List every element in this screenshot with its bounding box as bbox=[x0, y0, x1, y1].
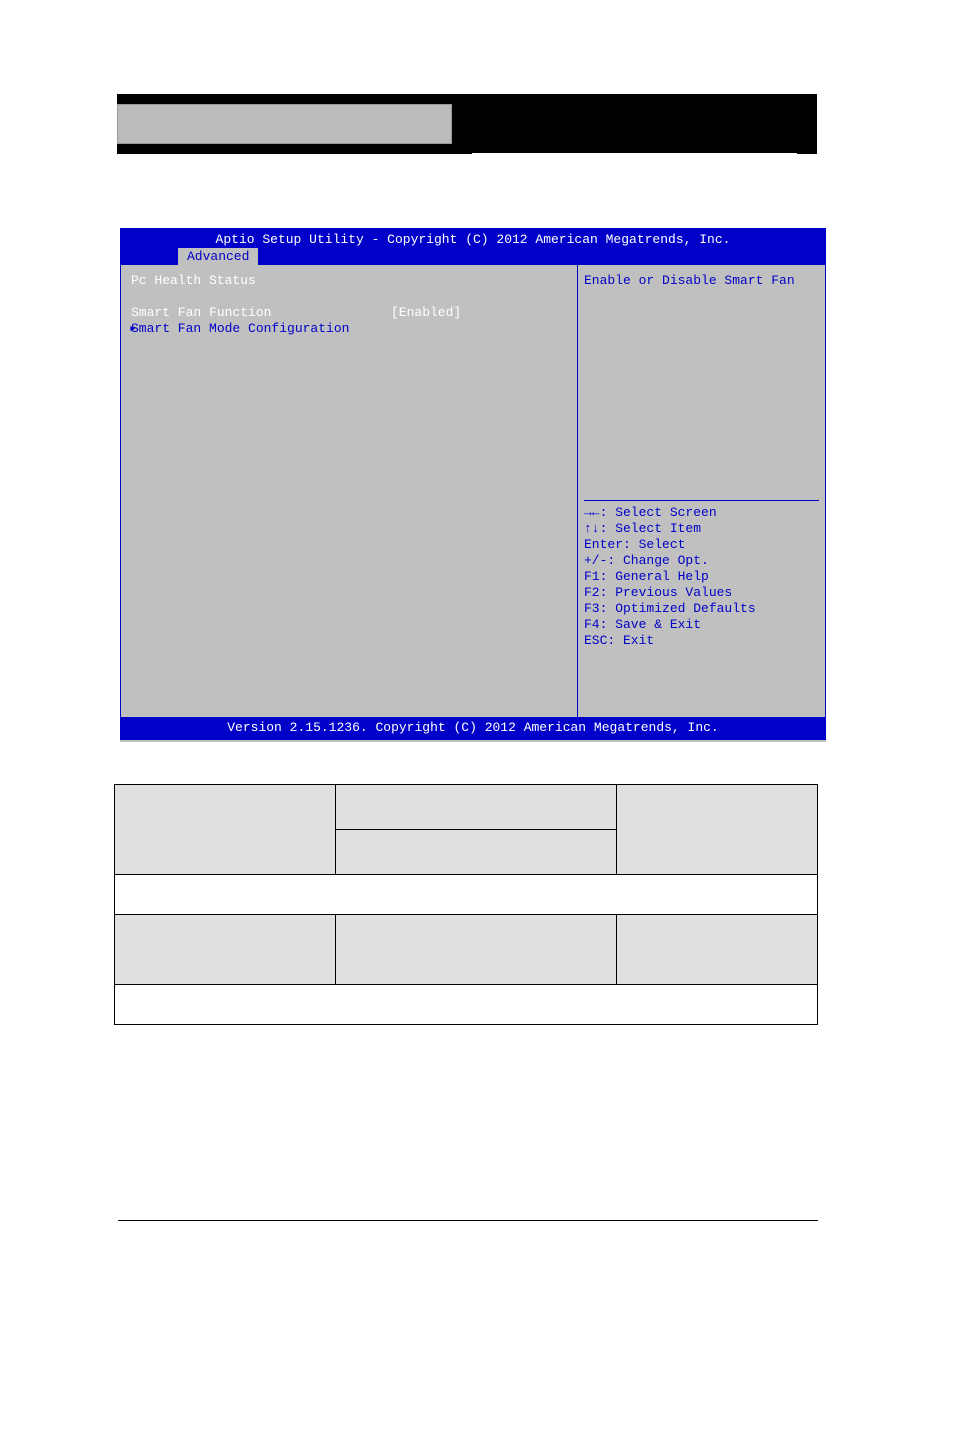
vcore-value: : +1.728 V bbox=[391, 401, 469, 417]
smart-fan-function-label: Smart Fan Function bbox=[131, 305, 391, 321]
key-enter: Enter: Select bbox=[584, 537, 819, 553]
cpu-temp-value: : +36 ℃ bbox=[391, 369, 452, 385]
reading-vcore: Vcore : +1.728 V bbox=[131, 401, 567, 417]
submenu-arrow-icon: ▸ bbox=[129, 321, 137, 337]
table-row bbox=[115, 985, 818, 1025]
vbat-label: VBAT bbox=[131, 465, 391, 481]
submenu-smart-fan-mode[interactable]: ▸ Smart Fan Mode Configuration bbox=[131, 321, 567, 337]
smart-fan-function-value: [Enabled] bbox=[391, 305, 461, 321]
reading-v5v: V5V : +5.101 V bbox=[131, 433, 567, 449]
header-left-block bbox=[117, 104, 452, 144]
table-cell bbox=[115, 915, 336, 985]
key-save-exit: F4: Save & Exit bbox=[584, 617, 819, 633]
reading-cpu-temp: CPU temperature : +36 ℃ bbox=[131, 369, 567, 385]
reading-sys-temp-2: System temperature : +32 ℃ bbox=[131, 353, 567, 369]
key-select-item: ↑↓: Select Item bbox=[584, 521, 819, 537]
vbat-value: : +3.219 V bbox=[391, 465, 469, 481]
table-row bbox=[115, 915, 818, 985]
vdimm-value: : +1.351 V bbox=[391, 449, 469, 465]
table-cell bbox=[335, 785, 616, 830]
bios-title: Aptio Setup Utility - Copyright (C) 2012… bbox=[120, 232, 826, 248]
cpu-fan-value: : 4885 RPM bbox=[391, 385, 469, 401]
bios-sidebar: Enable or Disable Smart Fan →←: Select S… bbox=[577, 265, 825, 717]
key-general-help: F1: General Help bbox=[584, 569, 819, 585]
key-previous-values: F2: Previous Values bbox=[584, 585, 819, 601]
option-smart-fan-function[interactable]: Smart Fan Function [Enabled] bbox=[131, 305, 567, 321]
section-title: Pc Health Status bbox=[131, 273, 391, 289]
reading-sys-temp-1: System temperature : +32 ℃ bbox=[131, 337, 567, 353]
table-cell bbox=[115, 985, 818, 1025]
key-optimized-defaults: F3: Optimized Defaults bbox=[584, 601, 819, 617]
table-cell bbox=[115, 875, 818, 915]
table-row bbox=[115, 785, 818, 830]
bios-key-help: →←: Select Screen ↑↓: Select Item Enter:… bbox=[584, 505, 819, 649]
table-cell bbox=[617, 785, 818, 875]
cpu-fan-label: CPU Fan Speed bbox=[131, 385, 391, 401]
help-divider bbox=[584, 500, 819, 501]
v12v-value: : +11.666 V bbox=[391, 417, 477, 433]
bios-window: Aptio Setup Utility - Copyright (C) 2012… bbox=[120, 228, 826, 742]
table-cell bbox=[617, 915, 818, 985]
bios-body: Pc Health Status Smart Fan Function [Ena… bbox=[120, 264, 826, 718]
smart-fan-mode-config-label: Smart Fan Mode Configuration bbox=[131, 321, 391, 337]
reading-cpu-fan: CPU Fan Speed : 4885 RPM bbox=[131, 385, 567, 401]
v5v-label: V5V bbox=[131, 433, 391, 449]
reading-vbat: VBAT : +3.219 V bbox=[131, 465, 567, 481]
bios-footer: Version 2.15.1236. Copyright (C) 2012 Am… bbox=[120, 718, 826, 740]
key-esc-exit: ESC: Exit bbox=[584, 633, 819, 649]
table-cell bbox=[335, 830, 616, 875]
table-cell bbox=[335, 915, 616, 985]
key-change-opt: +/-: Change Opt. bbox=[584, 553, 819, 569]
bios-titlebar: Aptio Setup Utility - Copyright (C) 2012… bbox=[120, 228, 826, 264]
sys-temp1-label: System temperature bbox=[131, 337, 391, 353]
header-right-underline bbox=[472, 124, 797, 154]
sys-temp1-value: : +32 ℃ bbox=[391, 337, 452, 353]
sys-temp2-label: System temperature bbox=[131, 353, 391, 369]
cpu-temp-label: CPU temperature bbox=[131, 369, 391, 385]
table-row bbox=[115, 875, 818, 915]
bios-main-panel: Pc Health Status Smart Fan Function [Ena… bbox=[121, 265, 577, 717]
footer-divider bbox=[118, 1220, 818, 1221]
key-select-screen: →←: Select Screen bbox=[584, 505, 819, 521]
bios-help-text: Enable or Disable Smart Fan bbox=[584, 273, 819, 289]
options-table bbox=[114, 784, 818, 1025]
vcore-label: Vcore bbox=[131, 401, 391, 417]
reading-vdimm: Vdimm : +1.351 V bbox=[131, 449, 567, 465]
table-cell bbox=[115, 785, 336, 875]
v5v-value: : +5.101 V bbox=[391, 433, 469, 449]
reading-v12v: V12V : +11.666 V bbox=[131, 417, 567, 433]
v12v-label: V12V bbox=[131, 417, 391, 433]
vdimm-label: Vdimm bbox=[131, 449, 391, 465]
tab-advanced[interactable]: Advanced bbox=[178, 248, 258, 266]
sys-temp2-value: : +32 ℃ bbox=[391, 353, 452, 369]
page-header-bar bbox=[117, 94, 817, 154]
